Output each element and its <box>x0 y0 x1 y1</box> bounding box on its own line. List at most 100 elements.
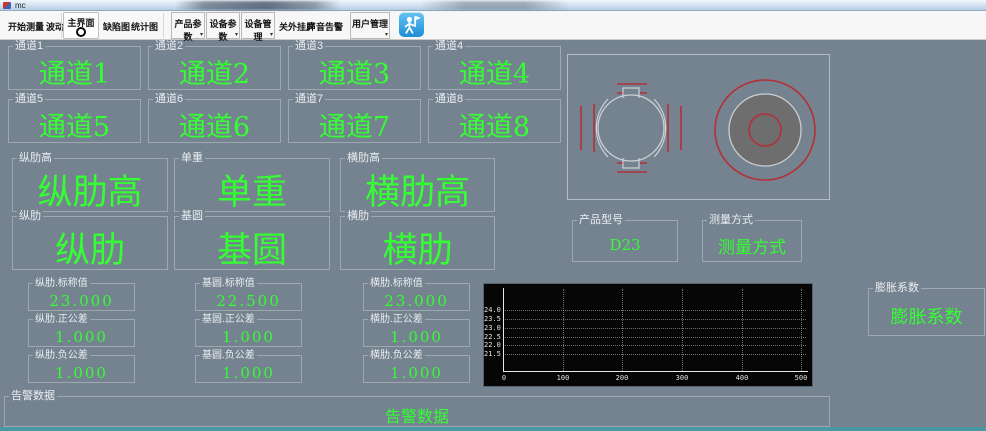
trans-rib-nominal-value: 23.000 <box>364 284 469 310</box>
long-rib-plus-tol-box: 纵肋.正公差 1.000 <box>28 319 135 347</box>
long-rib-nominal-box: 纵肋.标称值 23.000 <box>28 283 135 311</box>
device-manage-label: 设备管理 <box>242 17 274 43</box>
alarm-data-value: 告警数据 <box>5 397 829 426</box>
channel-8-box: 通道8 通道8 <box>428 99 561 143</box>
gridline <box>503 354 806 355</box>
rebar-profile-drawing <box>568 55 831 201</box>
trans-rib-minus-tol-value: 1.000 <box>364 356 469 382</box>
long-rib-plus-tol-value: 1.000 <box>29 320 134 346</box>
alarm-data-box: 告警数据 告警数据 <box>4 396 830 427</box>
rib-height-trans-value: 横肋高 <box>341 159 494 211</box>
base-circle-plus-tol-value: 1.000 <box>196 320 301 346</box>
unit-weight-box: 单重 单重 <box>174 158 330 212</box>
device-params-label: 设备参数 <box>207 17 239 43</box>
y-tick-label: 22.5 <box>484 333 500 341</box>
rebar-section-diagram <box>567 54 830 200</box>
chevron-down-icon: ▾ <box>385 31 388 38</box>
y-tick-label: 23.0 <box>484 324 500 332</box>
y-tick-label: 24.0 <box>484 306 500 314</box>
y-tick-label: 21.5 <box>484 350 500 358</box>
sound-alarm-button[interactable]: 声音告警 <box>307 20 343 33</box>
trend-chart: 24.0 23.5 23.0 22.5 22.0 21.5 0 100 200 … <box>483 283 813 387</box>
product-model-value: D23 <box>573 221 677 261</box>
chevron-down-icon: ▾ <box>200 31 203 38</box>
channel-4-box: 通道4 通道4 <box>428 46 561 90</box>
defect-chart-button[interactable]: 缺陷图 <box>103 20 130 33</box>
x-tick-label: 100 <box>557 374 570 382</box>
channel-5-value: 通道5 <box>9 100 140 142</box>
unit-weight-value: 单重 <box>175 159 329 211</box>
selected-indicator-icon <box>76 27 86 37</box>
base-circle-minus-tol-box: 基圆.负公差 1.000 <box>195 355 302 383</box>
channel-3-value: 通道3 <box>289 47 420 89</box>
chevron-down-icon: ▾ <box>270 31 273 38</box>
bottom-taskbar-strip <box>0 427 986 431</box>
channel-3-box: 通道3 通道3 <box>288 46 421 90</box>
trans-rib-plus-tol-box: 横肋.正公差 1.000 <box>363 319 470 347</box>
x-tick-label: 300 <box>676 374 689 382</box>
device-params-dropdown[interactable]: 设备参数 ▾ <box>206 12 240 39</box>
x-tick-label: 500 <box>795 374 808 382</box>
gridline <box>503 328 806 329</box>
person-flag-glyph <box>399 12 424 37</box>
titlebar-glass-reflection <box>175 1 340 10</box>
trans-rib-nominal-box: 横肋.标称值 23.000 <box>363 283 470 311</box>
measure-method-box: 测量方式 测量方式 <box>702 220 802 262</box>
chevron-down-icon: ▾ <box>235 31 238 38</box>
base-circle-plus-tol-box: 基圆.正公差 1.000 <box>195 319 302 347</box>
device-manage-dropdown[interactable]: 设备管理 ▾ <box>241 12 275 39</box>
x-axis <box>503 371 808 372</box>
channel-6-value: 通道6 <box>149 100 280 142</box>
product-params-label: 产品参数 <box>172 17 204 43</box>
toolbar-separator <box>61 13 62 38</box>
channel-7-box: 通道7 通道7 <box>288 99 421 143</box>
titlebar-glass-reflection-2 <box>420 1 570 10</box>
channel-1-box: 通道1 通道1 <box>8 46 141 90</box>
user-manage-dropdown[interactable]: 用户管理 ▾ <box>350 12 390 39</box>
expansion-coefficient-box: 膨胀系数 膨胀系数 <box>868 288 985 336</box>
base-circle-minus-tol-value: 1.000 <box>196 356 301 382</box>
gridline <box>622 289 623 371</box>
rib-height-trans-box: 横肋高 横肋高 <box>340 158 495 212</box>
channel-1-value: 通道1 <box>9 47 140 89</box>
y-tick-label: 22.0 <box>484 341 500 349</box>
channel-8-value: 通道8 <box>429 100 560 142</box>
channel-4-value: 通道4 <box>429 47 560 89</box>
start-measure-button[interactable]: 开始测量 <box>8 20 44 33</box>
trans-rib-plus-tol-value: 1.000 <box>364 320 469 346</box>
channel-7-value: 通道7 <box>289 100 420 142</box>
channel-2-value: 通道2 <box>149 47 280 89</box>
y-axis <box>503 288 504 372</box>
x-tick-label: 200 <box>616 374 629 382</box>
long-rib-minus-tol-box: 纵肋.负公差 1.000 <box>28 355 135 383</box>
rib-height-long-value: 纵肋高 <box>13 159 167 211</box>
rebar-measurement-app: { "window": { "title": "mc" }, "toolbar"… <box>0 0 986 431</box>
window-title-bar[interactable]: mc <box>0 0 986 11</box>
window-title: mc <box>15 1 26 10</box>
channel-6-box: 通道6 通道6 <box>148 99 281 143</box>
x-tick-label: 400 <box>736 374 749 382</box>
rib-trans-box: 横肋 横肋 <box>340 216 495 270</box>
measure-method-value: 测量方式 <box>703 221 801 261</box>
long-rib-minus-tol-value: 1.000 <box>29 356 134 382</box>
rib-height-long-box: 纵肋高 纵肋高 <box>12 158 168 212</box>
stats-chart-button[interactable]: 统计图 <box>131 20 158 33</box>
window-app-icon <box>3 2 11 9</box>
user-manage-label: 用户管理 <box>351 17 389 30</box>
base-circle-nominal-box: 基圆.标称值 22.500 <box>195 283 302 311</box>
gridline <box>682 289 683 371</box>
toolbar-separator <box>163 13 164 38</box>
gridline <box>742 289 743 371</box>
rib-long-box: 纵肋 纵肋 <box>12 216 168 270</box>
gridline <box>563 289 564 371</box>
base-circle-value: 基圆 <box>175 217 329 269</box>
x-tick-label: 0 <box>502 374 506 382</box>
main-screen-button[interactable]: 主界面 <box>63 12 99 39</box>
product-params-dropdown[interactable]: 产品参数 ▾ <box>171 12 205 39</box>
product-model-box: 产品型号 D23 <box>572 220 678 262</box>
person-flag-icon[interactable] <box>399 12 424 37</box>
gridline <box>503 319 806 320</box>
main-toolbar: 开始测量 波动图 主界面 缺陷图 统计图 产品参数 ▾ 设备参数 ▾ 设备管理 … <box>0 11 986 40</box>
rib-trans-value: 横肋 <box>341 217 494 269</box>
rib-long-value: 纵肋 <box>13 217 167 269</box>
